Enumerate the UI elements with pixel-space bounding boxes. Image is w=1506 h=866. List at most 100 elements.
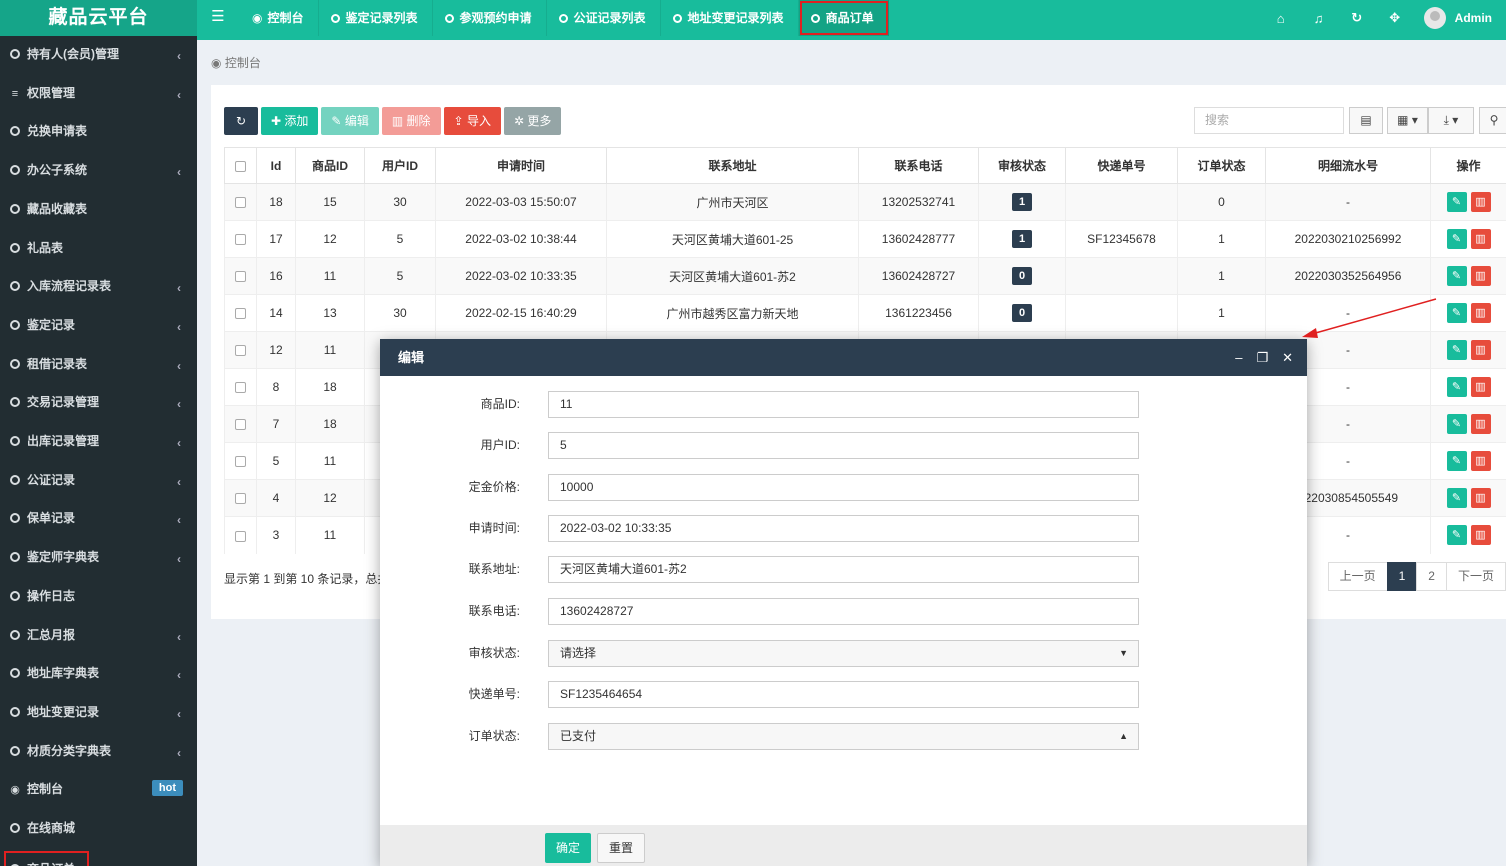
column-header[interactable]: 操作 <box>1430 147 1506 184</box>
edit-button[interactable]: ✎ 编辑 <box>321 107 379 135</box>
sidebar-item-6[interactable]: 入库流程记录表 ‹ <box>0 268 197 304</box>
row-checkbox[interactable] <box>235 197 246 209</box>
sidebar-item-4[interactable]: 藏品收藏表 <box>0 191 197 227</box>
tab-3[interactable]: 公证记录列表 <box>547 0 661 36</box>
next-page-button[interactable]: 下一页 <box>1445 562 1506 591</box>
row-delete-button[interactable]: ▥ <box>1470 525 1491 546</box>
field-select[interactable]: 已支付 ▲ <box>548 723 1139 750</box>
reset-button[interactable]: 重置 <box>597 833 646 863</box>
column-header[interactable]: 商品ID <box>295 147 365 184</box>
menu-toggle-icon[interactable]: ☰ <box>200 0 236 36</box>
column-header[interactable]: 联系地址 <box>606 147 859 184</box>
row-checkbox[interactable] <box>235 345 246 357</box>
row-edit-button[interactable]: ✎ <box>1446 451 1467 471</box>
tab-2[interactable]: 参观预约申请 <box>433 0 547 36</box>
sidebar-item-5[interactable]: 礼品表 <box>0 230 197 266</box>
row-edit-button[interactable]: ✎ <box>1446 525 1467 546</box>
row-checkbox[interactable] <box>235 419 246 431</box>
column-header[interactable]: 快递单号 <box>1065 147 1178 184</box>
sidebar-item-21[interactable]: 商品订单 <box>4 850 89 866</box>
field-input[interactable]: 11 <box>548 391 1139 418</box>
row-edit-button[interactable]: ✎ <box>1446 192 1467 212</box>
table-row[interactable]: 18 15 30 2022-03-03 15:50:07 广州市天河区 132025327… <box>224 183 1506 221</box>
row-delete-button[interactable]: ▥ <box>1470 414 1491 434</box>
refresh-icon[interactable]: ↻ <box>1338 10 1376 26</box>
minimize-icon[interactable]: – <box>1235 339 1242 376</box>
row-checkbox[interactable] <box>235 308 246 320</box>
search-button[interactable]: ⚲ <box>1479 107 1506 134</box>
table-row[interactable]: 17 12 5 2022-03-02 10:38:44 天河区黄埔大道601-25 136… <box>224 220 1506 258</box>
column-header[interactable]: 申请时间 <box>435 147 607 184</box>
maximize-icon[interactable]: ❐ <box>1256 339 1268 376</box>
row-edit-button[interactable]: ✎ <box>1446 414 1467 434</box>
sidebar-item-20[interactable]: 在线商城 <box>0 810 197 846</box>
column-header[interactable]: Id <box>256 147 296 184</box>
row-checkbox[interactable] <box>235 493 246 505</box>
column-header[interactable]: 联系电话 <box>858 147 979 184</box>
row-delete-button[interactable]: ▥ <box>1470 229 1491 249</box>
row-checkbox[interactable] <box>235 271 246 283</box>
row-checkbox[interactable] <box>235 530 246 542</box>
row-checkbox[interactable] <box>235 456 246 468</box>
row-delete-button[interactable]: ▥ <box>1470 303 1491 323</box>
add-button[interactable]: ✚ 添加 <box>261 107 319 135</box>
export-button[interactable]: ⤓ ▾ <box>1428 107 1474 134</box>
search-input[interactable]: 搜索 <box>1194 107 1344 134</box>
row-edit-button[interactable]: ✎ <box>1446 266 1467 286</box>
app-logo[interactable]: 藏品云平台 <box>0 0 197 40</box>
more-button[interactable]: ✲ 更多 <box>503 107 562 135</box>
tab-5[interactable]: 商品订单 <box>798 0 889 36</box>
row-delete-button[interactable]: ▥ <box>1470 340 1491 360</box>
row-delete-button[interactable]: ▥ <box>1470 451 1491 471</box>
sidebar-item-17[interactable]: 地址变更记录 ‹ <box>0 694 197 730</box>
confirm-button[interactable]: 确定 <box>545 833 592 863</box>
tab-1[interactable]: 鉴定记录列表 <box>319 0 433 36</box>
row-edit-button[interactable]: ✎ <box>1446 229 1467 249</box>
field-input[interactable]: 2022-03-02 10:33:35 <box>548 515 1139 542</box>
import-button[interactable]: ⇪ 导入 <box>443 107 501 135</box>
delete-button[interactable]: ▥ 删除 <box>381 107 441 135</box>
prev-page-button[interactable]: 上一页 <box>1327 562 1388 591</box>
sidebar-item-16[interactable]: 地址库字典表 ‹ <box>0 655 197 691</box>
row-delete-button[interactable]: ▥ <box>1470 192 1491 212</box>
sidebar-item-9[interactable]: 交易记录管理 ‹ <box>0 384 197 420</box>
sidebar-item-8[interactable]: 租借记录表 ‹ <box>0 346 197 382</box>
field-input[interactable]: 10000 <box>548 474 1139 501</box>
sidebar-item-12[interactable]: 保单记录 ‹ <box>0 500 197 536</box>
column-header[interactable]: 明细流水号 <box>1265 147 1431 184</box>
field-input[interactable]: 5 <box>548 432 1139 459</box>
home-icon[interactable]: ⌂ <box>1262 11 1300 26</box>
field-input[interactable]: 天河区黄埔大道601-苏2 <box>548 556 1139 583</box>
column-header[interactable]: 用户ID <box>364 147 436 184</box>
tab-0[interactable]: ◉ 控制台 <box>240 0 319 36</box>
column-header[interactable]: 审核状态 <box>978 147 1066 184</box>
bell-icon[interactable]: ♫ <box>1300 11 1338 26</box>
table-row[interactable]: 14 13 30 2022-02-15 16:40:29 广州市越秀区富力新天地 1361… <box>224 294 1506 332</box>
row-delete-button[interactable]: ▥ <box>1470 488 1491 508</box>
sidebar-item-3[interactable]: 办公子系统 ‹ <box>0 152 197 188</box>
user-menu[interactable]: Admin <box>1414 7 1506 29</box>
column-header[interactable]: 订单状态 <box>1177 147 1266 184</box>
columns-button[interactable]: ▦ ▾ <box>1387 107 1428 134</box>
sidebar-item-18[interactable]: 材质分类字典表 ‹ <box>0 733 197 769</box>
sidebar-item-10[interactable]: 出库记录管理 ‹ <box>0 423 197 459</box>
sidebar-item-15[interactable]: 汇总月报 ‹ <box>0 617 197 653</box>
row-edit-button[interactable]: ✎ <box>1446 303 1467 323</box>
select-all-checkbox[interactable] <box>235 160 246 172</box>
field-input[interactable]: SF1235464654 <box>548 681 1139 708</box>
field-input[interactable]: 13602428727 <box>548 598 1139 625</box>
toggle-view-button[interactable]: ▤ <box>1349 107 1383 134</box>
row-edit-button[interactable]: ✎ <box>1446 377 1467 397</box>
field-select[interactable]: 请选择 ▼ <box>548 640 1139 667</box>
row-delete-button[interactable]: ▥ <box>1470 266 1491 286</box>
page-button-1[interactable]: 1 <box>1386 562 1418 591</box>
page-button-2[interactable]: 2 <box>1416 562 1447 591</box>
sidebar-item-14[interactable]: 操作日志 <box>0 578 197 614</box>
sidebar-item-0[interactable]: 持有人(会员)管理 ‹ <box>0 36 197 72</box>
sidebar-item-2[interactable]: 兑换申请表 <box>0 113 197 149</box>
sidebar-item-13[interactable]: 鉴定师字典表 ‹ <box>0 539 197 575</box>
sidebar-item-7[interactable]: 鉴定记录 ‹ <box>0 307 197 343</box>
row-checkbox[interactable] <box>235 382 246 394</box>
sidebar-item-19[interactable]: ◉ 控制台 hot <box>0 771 197 807</box>
fullscreen-icon[interactable]: ✥ <box>1376 10 1414 26</box>
